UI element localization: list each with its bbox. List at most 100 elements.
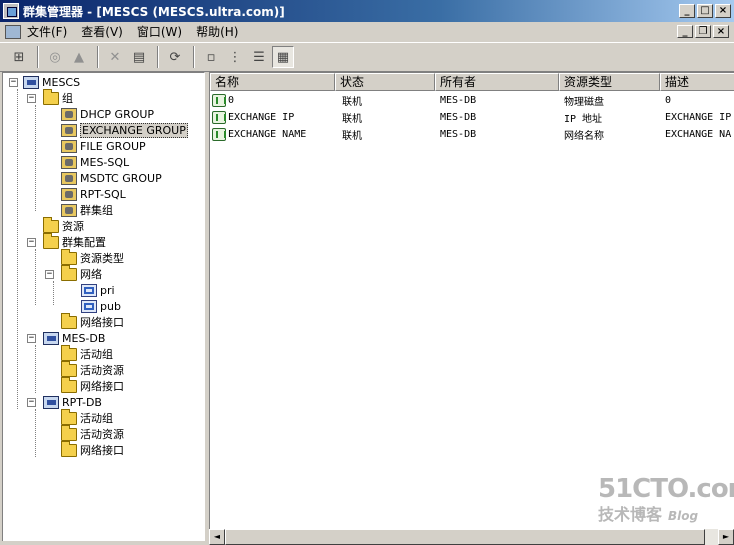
tree-item-network-interfaces[interactable]: 网络接口 xyxy=(61,312,124,330)
resource-group-icon xyxy=(61,107,77,121)
expand-node-toggle[interactable]: − xyxy=(27,398,36,407)
take-offline-icon[interactable]: ▲ xyxy=(68,46,90,68)
properties-icon[interactable]: ▤ xyxy=(128,46,150,68)
tree-item-cluster-config[interactable]: 群集配置 xyxy=(43,232,106,250)
folder-icon xyxy=(61,440,77,457)
resource-group-icon xyxy=(61,123,77,137)
folder-icon xyxy=(61,424,77,441)
tree-item-group[interactable]: FILE GROUP xyxy=(61,138,146,154)
expand-networks-toggle[interactable]: − xyxy=(45,270,54,279)
tree-label: EXCHANGE GROUP xyxy=(80,122,188,138)
resource-group-icon xyxy=(61,171,77,185)
menu-file[interactable]: 文件(F) xyxy=(27,23,67,40)
folder-icon xyxy=(61,360,77,377)
delete-icon[interactable]: ✕ xyxy=(104,46,126,68)
list-view-icon[interactable]: ☰ xyxy=(248,46,270,68)
cell-name: EXCHANGE NAME xyxy=(228,129,307,140)
child-close-button[interactable]: × xyxy=(713,25,729,38)
tree-item-node[interactable]: MES-DB xyxy=(43,330,105,346)
window-title: 群集管理器 - [MESCS (MESCS.ultra.com)] xyxy=(23,4,285,19)
tree-label: 资源类型 xyxy=(80,252,124,265)
scroll-thumb[interactable] xyxy=(225,529,705,545)
cell-type: 网络名称 xyxy=(564,131,604,142)
tree-item-groups[interactable]: 组 xyxy=(43,88,73,106)
folder-icon xyxy=(43,88,59,105)
tree-item-node-network-interfaces[interactable]: 网络接口 xyxy=(61,376,124,394)
watermark-logo-text: 51CTO.com xyxy=(598,474,734,504)
resource-group-icon xyxy=(61,187,77,201)
tree-label: 网络接口 xyxy=(80,380,124,393)
folder-icon xyxy=(61,408,77,425)
tree-pane[interactable]: − MESCS − 组 DHCP GROUP EXCHANGE GROUP FI… xyxy=(2,72,205,542)
expand-cluster-config-toggle[interactable]: − xyxy=(27,238,36,247)
close-button[interactable]: × xyxy=(715,4,731,18)
folder-icon xyxy=(61,344,77,361)
tree-item-node[interactable]: RPT-DB xyxy=(43,394,102,410)
column-header-description[interactable]: 描述 xyxy=(660,73,734,91)
refresh-icon[interactable]: ⟳ xyxy=(164,46,186,68)
tree-label: pri xyxy=(100,283,115,297)
menu-help[interactable]: 帮助(H) xyxy=(196,23,238,40)
tree-item-group[interactable]: DHCP GROUP xyxy=(61,106,154,122)
expand-groups-toggle[interactable]: − xyxy=(27,94,36,103)
tree-label: 活动资源 xyxy=(80,428,124,441)
cell-owner: MES-DB xyxy=(440,95,477,106)
tree-item-group[interactable]: 群集组 xyxy=(61,202,113,218)
bring-online-icon[interactable]: ◎ xyxy=(44,46,66,68)
tree-label: 活动资源 xyxy=(80,364,124,377)
tree-item-group[interactable]: MES-SQL xyxy=(61,154,129,170)
resource-online-icon xyxy=(212,111,226,124)
expand-root-toggle[interactable]: − xyxy=(9,78,18,87)
tree-label: RPT-DB xyxy=(62,395,102,409)
server-node-icon xyxy=(43,395,59,409)
child-minimize-button[interactable]: _ xyxy=(677,25,693,38)
tree-item-group-selected[interactable]: EXCHANGE GROUP xyxy=(61,122,188,138)
tree-label: MESCS xyxy=(42,75,81,89)
folder-icon xyxy=(61,248,77,265)
scroll-track[interactable] xyxy=(705,529,718,545)
folder-icon xyxy=(61,312,77,329)
tree-item-group[interactable]: RPT-SQL xyxy=(61,186,126,202)
menu-window[interactable]: 窗口(W) xyxy=(137,23,182,40)
tree-label: MSDTC GROUP xyxy=(80,171,162,185)
large-icons-view-icon[interactable]: ▫ xyxy=(200,46,222,68)
tree-label: 资源 xyxy=(62,220,84,233)
scroll-left-button[interactable]: ◄ xyxy=(209,529,225,545)
expand-node-toggle[interactable]: − xyxy=(27,334,36,343)
horizontal-scrollbar[interactable]: ◄ ► xyxy=(209,529,734,545)
table-row[interactable]: EXCHANGE IP 联机 MES-DB IP 地址 EXCHANGE IP xyxy=(210,109,734,126)
cluster-icon xyxy=(23,75,39,89)
document-window-icon[interactable] xyxy=(5,24,21,39)
column-header-owner[interactable]: 所有者 xyxy=(435,73,559,91)
cluster-connect-icon[interactable]: ⊞ xyxy=(8,46,30,68)
tree-label: 网络接口 xyxy=(80,444,124,457)
resource-group-icon xyxy=(61,139,77,153)
cluster-admin-app-icon[interactable] xyxy=(3,3,19,19)
cell-owner: MES-DB xyxy=(440,129,477,140)
small-icons-view-icon[interactable]: ⋮ xyxy=(224,46,246,68)
maximize-button[interactable]: □ xyxy=(697,4,713,18)
tree-item-networks[interactable]: 网络 xyxy=(61,264,102,282)
column-header-resource-type[interactable]: 资源类型 xyxy=(559,73,660,91)
scroll-right-button[interactable]: ► xyxy=(718,529,734,545)
tree-item-network[interactable]: pub xyxy=(81,298,121,314)
tree-item-resource-types[interactable]: 资源类型 xyxy=(61,248,124,266)
minimize-button[interactable]: _ xyxy=(679,4,695,18)
column-header-state[interactable]: 状态 xyxy=(335,73,435,91)
tree-item-active-resources[interactable]: 活动资源 xyxy=(61,360,124,378)
table-row[interactable]: EXCHANGE NAME 联机 MES-DB 网络名称 EXCHANGE NA xyxy=(210,126,734,143)
tree-item-group[interactable]: MSDTC GROUP xyxy=(61,170,162,186)
tree-item-network[interactable]: pri xyxy=(81,282,115,298)
menu-view[interactable]: 查看(V) xyxy=(81,23,123,40)
server-node-icon xyxy=(43,331,59,345)
cell-state: 联机 xyxy=(342,114,362,125)
child-restore-button[interactable]: ❐ xyxy=(695,25,711,38)
tree-item-node-network-interfaces[interactable]: 网络接口 xyxy=(61,440,124,458)
cell-state: 联机 xyxy=(342,131,362,142)
tree-item-active-resources[interactable]: 活动资源 xyxy=(61,424,124,442)
details-view-icon[interactable]: ▦ xyxy=(272,46,294,68)
tree-label: pub xyxy=(100,299,121,313)
table-row[interactable]: 0 联机 MES-DB 物理磁盘 0 xyxy=(210,92,734,109)
column-header-name[interactable]: 名称 xyxy=(210,73,335,91)
cell-description: EXCHANGE IP xyxy=(665,112,732,123)
